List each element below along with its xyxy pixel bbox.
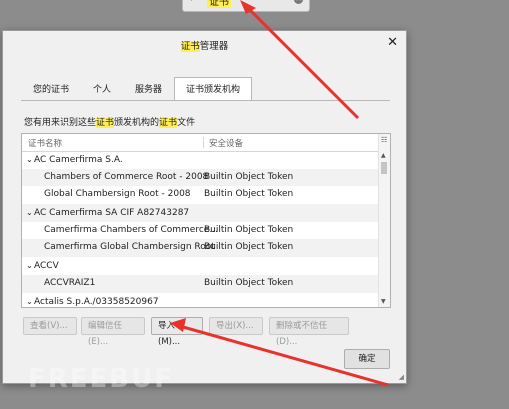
view-button[interactable]: 查看(V)... xyxy=(23,317,77,335)
tree-cert-row[interactable]: ACCVRAIZ1 Builtin Object Token xyxy=(22,274,379,293)
column-header-name[interactable]: 证书名称 xyxy=(28,137,62,149)
dialog-titlebar: 证书管理器 ✕ xyxy=(3,31,406,57)
column-header-device[interactable]: 安全设备 xyxy=(209,137,243,149)
cert-name: Global Chambersign Root - 2008 xyxy=(44,189,191,200)
tree-scrollbar[interactable]: ☷ ▲ ▼ xyxy=(378,134,390,307)
tree-header: 证书名称 安全设备 xyxy=(22,134,379,152)
cert-name: ACCV xyxy=(34,261,59,272)
security-device: Builtin Object Token xyxy=(204,277,294,288)
resize-grip-icon[interactable]: ◢ xyxy=(399,373,404,381)
column-divider[interactable] xyxy=(203,137,204,148)
chevron-down-icon[interactable]: ⌄ xyxy=(26,293,34,308)
tree-cert-row[interactable]: Global Chambersign Root - 2008 Builtin Ob… xyxy=(22,186,379,204)
authorities-panel: 您有用来识别这些证书颁发机构的证书文件 证书名称 安全设备 ⌄AC Camerf… xyxy=(21,101,391,347)
certificate-tree[interactable]: 证书名称 安全设备 ⌄AC Camerfirma S.A. Chambers of… xyxy=(21,133,391,308)
edit-trust-button[interactable]: 编辑信任(E)... xyxy=(81,317,145,347)
tab-personal[interactable]: 个人 xyxy=(81,77,123,101)
security-device: Builtin Object Token xyxy=(204,224,294,235)
security-device: Builtin Object Token xyxy=(204,189,294,200)
tree-rows: ⌄AC Camerfirma S.A. Chambers of Commerce … xyxy=(22,151,379,308)
ok-button[interactable]: 确定 xyxy=(344,349,390,369)
scroll-up-icon[interactable]: ▲ xyxy=(381,152,386,159)
tab-authorities[interactable]: 证书颁发机构 xyxy=(174,77,253,101)
import-button[interactable]: 导入(M)... xyxy=(151,317,203,347)
close-icon[interactable]: ✕ xyxy=(387,35,398,50)
search-icon: ⌕ xyxy=(191,0,196,4)
tab-servers[interactable]: 服务器 xyxy=(123,77,174,101)
clear-search-icon[interactable]: ✕ xyxy=(294,0,303,4)
scroll-down-icon[interactable]: ▼ xyxy=(381,298,386,305)
dialog-title: 证书管理器 xyxy=(180,41,229,52)
delete-distrust-button[interactable]: 删除或不信任(D)... xyxy=(269,317,349,347)
chevron-down-icon[interactable]: ⌄ xyxy=(26,151,34,169)
chevron-down-icon[interactable]: ⌄ xyxy=(26,257,34,275)
cert-name: Camerfirma Global Chambersign Root xyxy=(44,242,215,253)
tree-group-row[interactable]: ⌄AC Camerfirma S.A. xyxy=(22,151,379,169)
search-query: 证书 xyxy=(207,0,231,8)
tab-your-certificates[interactable]: 您的证书 xyxy=(21,77,81,101)
cert-name: Chambers of Commerce Root - 2008 xyxy=(44,171,209,182)
cert-name: Actalis S.p.A./03358520967 xyxy=(34,296,159,307)
tree-group-row[interactable]: ⌄Actalis S.p.A./03358520967 xyxy=(22,293,379,308)
tree-cert-row[interactable]: Camerfirma Chambers of Commerce... Builti… xyxy=(22,222,379,240)
scroll-thumb[interactable] xyxy=(381,162,387,174)
column-picker-icon[interactable]: ☷ xyxy=(381,136,387,144)
security-device: Builtin Object Token xyxy=(204,242,294,253)
cert-name: AC Camerfirma SA CIF A82743287 xyxy=(34,208,190,219)
security-device: Builtin Object Token xyxy=(204,171,294,182)
export-button[interactable]: 导出(X)... xyxy=(209,317,263,335)
cert-name: AC Camerfirma S.A. xyxy=(34,155,123,165)
tree-group-row[interactable]: ⌄AC Camerfirma SA CIF A82743287 xyxy=(22,204,379,222)
chevron-down-icon[interactable]: ⌄ xyxy=(26,204,34,222)
panel-description: 您有用来识别这些证书颁发机构的证书文件 xyxy=(24,118,196,128)
tab-bar: 您的证书 个人 服务器 证书颁发机构 xyxy=(21,77,253,101)
tree-cert-row[interactable]: Camerfirma Global Chambersign Root Builti… xyxy=(22,239,379,258)
cert-name: ACCVRAIZ1 xyxy=(44,277,96,288)
tree-cert-row[interactable]: Chambers of Commerce Root - 2008 Builtin … xyxy=(22,168,379,187)
certificate-manager-dialog: 证书管理器 ✕ 您的证书 个人 服务器 证书颁发机构 您有用来识别这些证书颁发机… xyxy=(2,30,407,384)
search-bar[interactable]: ⌕ 证书 ✕ xyxy=(182,0,310,12)
tree-group-row[interactable]: ⌄ACCV xyxy=(22,257,379,275)
cert-name: Camerfirma Chambers of Commerce... xyxy=(44,224,218,235)
watermark: FREEBUF xyxy=(28,364,174,394)
